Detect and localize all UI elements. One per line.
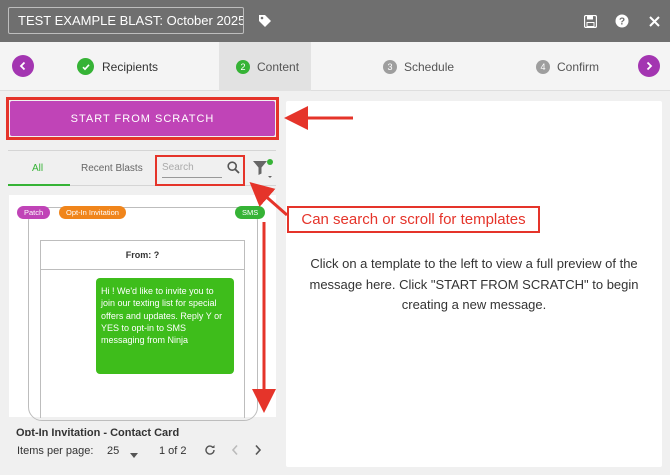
items-per-page-label: Items per page: (17, 445, 94, 457)
chevron-right-icon[interactable] (638, 55, 660, 77)
step-label: Confirm (557, 59, 600, 74)
badge-patch: Patch (17, 206, 51, 219)
items-per-page-value: 25 (107, 445, 120, 457)
top-bar: TEST EXAMPLE BLAST: October 2025 ? (0, 0, 670, 42)
chevron-down-icon[interactable] (130, 449, 138, 461)
step-schedule[interactable]: 3 Schedule (383, 42, 454, 91)
badge-opt-in: Opt-In Invitation (59, 206, 126, 219)
step-recipients[interactable]: Recipients (77, 42, 158, 91)
chevron-left-icon[interactable] (12, 55, 34, 77)
pagination: Items per page: 25 1 of 2 (0, 436, 285, 466)
page-indicator: 1 of 2 (159, 445, 187, 457)
divider (244, 270, 245, 418)
search-icon[interactable] (227, 161, 240, 179)
filter-icon[interactable] (252, 158, 276, 185)
tab-all[interactable]: All (32, 163, 43, 174)
items-per-page-select[interactable]: 25 (107, 445, 119, 457)
chevron-left-icon[interactable] (231, 444, 239, 459)
step-content[interactable]: 2 Content (219, 42, 311, 91)
chevron-right-icon[interactable] (254, 444, 262, 459)
tag-icon[interactable] (256, 12, 274, 30)
blast-title-field[interactable]: TEST EXAMPLE BLAST: October 2025 (8, 7, 244, 34)
help-icon[interactable]: ? (613, 12, 631, 30)
tab-recent-blasts[interactable]: Recent Blasts (81, 163, 143, 174)
step-label: Schedule (404, 59, 455, 74)
check-icon (77, 58, 94, 75)
step-number: 2 (236, 59, 250, 74)
start-from-scratch-button[interactable]: START FROM SCRATCH (10, 101, 275, 136)
from-label: From: ? (40, 240, 245, 270)
step-label: Content (257, 59, 300, 74)
refresh-icon[interactable] (204, 444, 216, 459)
divider (40, 270, 41, 418)
sms-message-bubble: Hi ! We'd like to invite you to join our… (96, 278, 234, 374)
stepper: Recipients 2 Content 3 Schedule 4 Confir… (0, 42, 670, 91)
step-label: Recipients (102, 59, 159, 74)
step-number: 4 (536, 59, 550, 74)
search-input[interactable]: Search (162, 162, 222, 178)
step-number: 3 (383, 59, 397, 74)
svg-text:?: ? (619, 17, 625, 28)
step-confirm[interactable]: 4 Confirm (536, 42, 599, 91)
save-icon[interactable] (581, 12, 599, 30)
annotation-callout: Can search or scroll for templates (287, 206, 540, 233)
preview-instructions: Click on a template to the left to view … (309, 256, 639, 312)
close-icon[interactable] (645, 12, 663, 30)
active-tab-indicator (8, 184, 70, 186)
divider (8, 150, 276, 151)
badge-sms: SMS (235, 206, 266, 219)
template-title: Opt-In Invitation - Contact Card (16, 427, 180, 436)
